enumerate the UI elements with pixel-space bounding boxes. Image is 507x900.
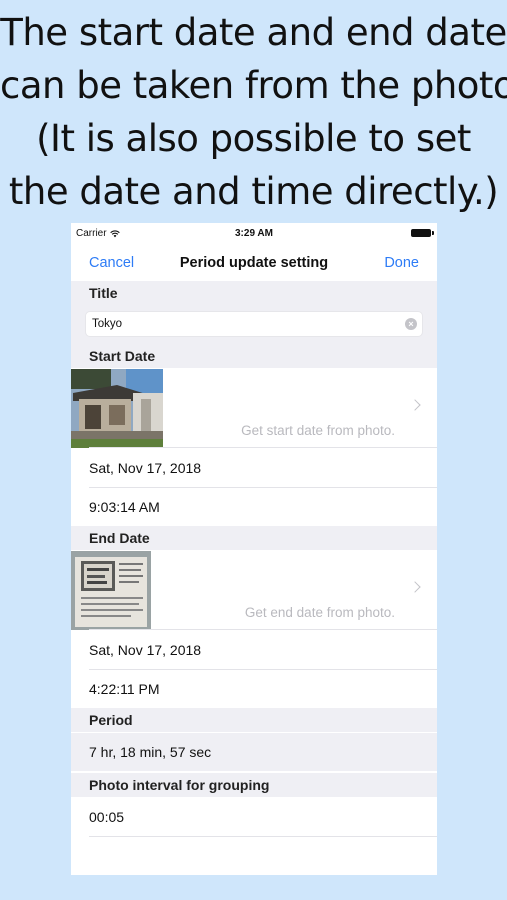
period-value: 7 hr, 18 min, 57 sec — [89, 744, 212, 760]
title-section-header: Title — [71, 281, 437, 305]
start-photo-hint: Get start date from photo. — [241, 423, 395, 438]
start-date-value: Sat, Nov 17, 2018 — [89, 460, 202, 476]
end-time-value: 4:22:11 PM — [89, 681, 160, 697]
period-row: 7 hr, 18 min, 57 sec — [71, 733, 437, 771]
grouping-interval-value: 00:05 — [89, 809, 125, 825]
grouping-section-header: Photo interval for grouping — [71, 773, 437, 797]
battery-icon — [411, 229, 434, 237]
period-section-header: Period — [71, 708, 437, 732]
caption-line-3: (It is also possible to set — [36, 117, 471, 160]
end-photo-thumbnail — [71, 551, 163, 630]
start-photo-row[interactable]: Get start date from photo. — [71, 369, 437, 448]
end-date-value: Sat, Nov 17, 2018 — [89, 642, 202, 658]
divider — [89, 836, 437, 837]
divider — [89, 629, 437, 630]
end-chevron-icon — [409, 581, 421, 593]
grouping-interval-row[interactable]: 00:05 — [71, 798, 437, 837]
end-date-row[interactable]: Sat, Nov 17, 2018 — [71, 631, 437, 670]
status-time: 3:29 AM — [235, 228, 273, 239]
caption-line-2: can be taken from the photo. — [0, 64, 507, 107]
end-photo-row[interactable]: Get end date from photo. — [71, 551, 437, 630]
end-photo-hint: Get end date from photo. — [244, 605, 395, 620]
start-photo-thumbnail — [71, 369, 163, 448]
title-input[interactable]: Tokyo × — [85, 311, 423, 337]
clear-icon[interactable]: × — [405, 318, 417, 330]
start-date-row[interactable]: Sat, Nov 17, 2018 — [71, 449, 437, 488]
divider — [89, 447, 437, 448]
start-date-section-header: Start Date — [71, 344, 437, 368]
nav-title: Period update setting — [179, 255, 329, 271]
title-input-value: Tokyo — [92, 318, 123, 330]
navigation-bar: Cancel Period update setting Done — [71, 243, 437, 281]
end-date-section-header: End Date — [71, 526, 437, 550]
end-time-row[interactable]: 4:22:11 PM — [71, 670, 437, 708]
title-field-row: Tokyo × — [71, 305, 437, 344]
caption-line-1: The start date and end date — [0, 11, 507, 54]
promo-caption: The start date and end date can be taken… — [0, 6, 507, 218]
caption-line-4: the date and time directly.) — [8, 170, 499, 213]
status-bar: Carrier 3:29 AM — [71, 223, 437, 243]
start-chevron-icon — [409, 399, 421, 411]
start-time-value: 9:03:14 AM — [89, 499, 160, 515]
phone-screen: Carrier 3:29 AM Cancel Period update set… — [71, 223, 437, 875]
done-button[interactable]: Done — [384, 255, 419, 271]
start-time-row[interactable]: 9:03:14 AM — [71, 488, 437, 526]
